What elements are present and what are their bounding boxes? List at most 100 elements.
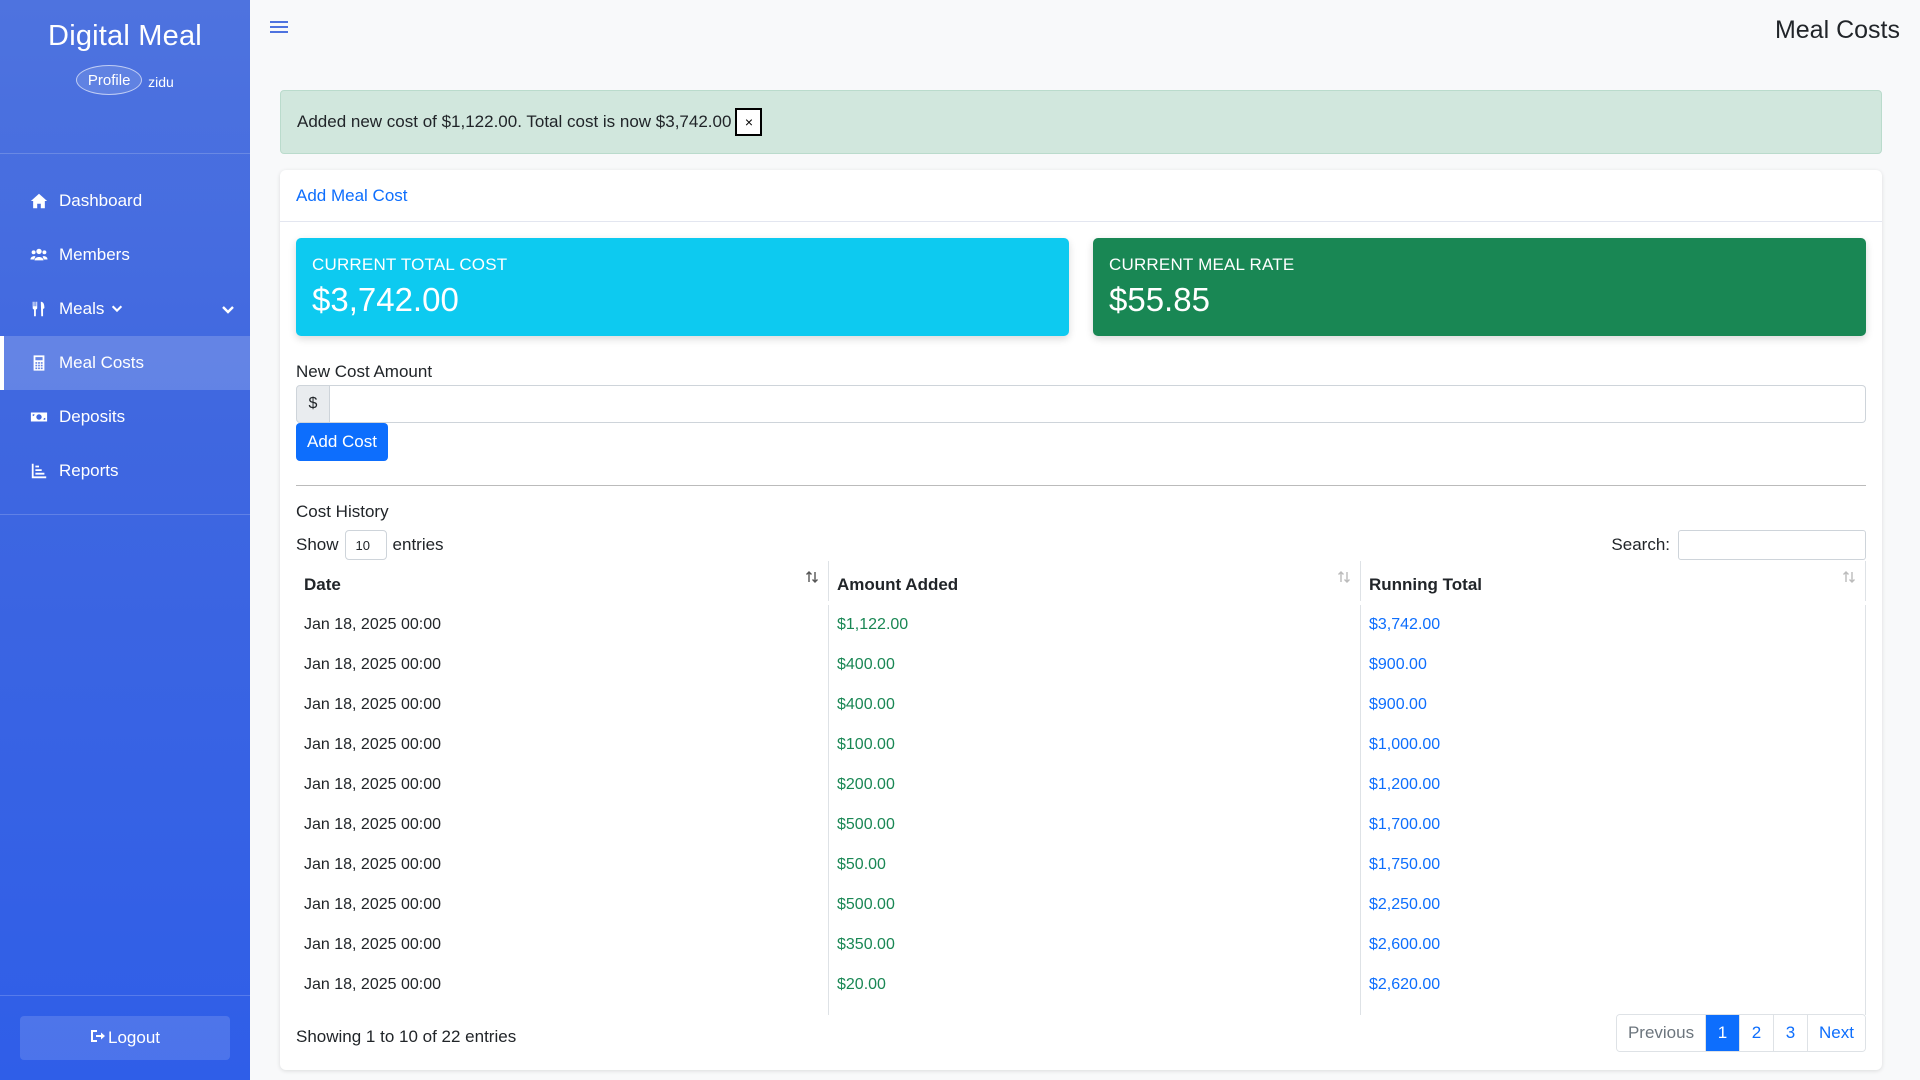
date-cell: Jan 18, 2025 00:00 (304, 856, 442, 873)
date-cell: Jan 18, 2025 00:00 (304, 616, 442, 633)
sidebar-item-label: Meals (59, 299, 105, 318)
sidebar-item-label: Meal Costs (59, 353, 145, 372)
sort-icon (1841, 569, 1857, 585)
cost-history-table: Date Amount Added Running Total Jan 18, … (296, 561, 1866, 1015)
running-total-cell: $1,000.00 (1360, 725, 1866, 765)
pagination-page-2[interactable]: 2 (1739, 1015, 1773, 1051)
sidebar-item-label: Reports (59, 461, 119, 480)
table-row: Jan 18, 2025 00:00 $20.00 $2,620.00 (296, 965, 1866, 1005)
show-label: Show (296, 535, 339, 554)
entries-select[interactable]: 10 (344, 530, 387, 560)
running-total-cell: $2,600.00 (1360, 925, 1866, 965)
date-cell: Jan 18, 2025 00:00 (304, 776, 442, 793)
sidebar-item-dashboard[interactable]: Dashboard (0, 174, 250, 228)
cost-amount-group: $ (296, 385, 1866, 423)
pagination-next[interactable]: Next (1807, 1015, 1865, 1051)
date-cell: Jan 18, 2025 00:00 (304, 656, 442, 673)
menu-toggle-icon[interactable] (270, 18, 288, 36)
chevron-down-icon[interactable] (220, 301, 236, 317)
logout-area: Logout (0, 995, 250, 1080)
pagination-page-3[interactable]: 3 (1773, 1015, 1807, 1051)
column-header-running-total[interactable]: Running Total (1360, 561, 1866, 601)
add-meal-cost-link[interactable]: Add Meal Cost (296, 186, 408, 206)
amount-cell: $100.00 (828, 725, 1360, 765)
card-header: Add Meal Cost (280, 170, 1882, 222)
date-cell: Jan 18, 2025 00:00 (304, 736, 442, 753)
pagination-previous[interactable]: Previous (1617, 1015, 1705, 1051)
running-total-cell: $1,750.00 (1360, 845, 1866, 885)
brand-title[interactable]: Digital Meal (0, 20, 250, 53)
logout-button[interactable]: Logout (20, 1016, 230, 1060)
column-header-amount[interactable]: Amount Added (828, 561, 1360, 601)
username: zidu (148, 74, 174, 90)
search-label: Search: (1611, 535, 1670, 554)
search-input[interactable] (1678, 530, 1866, 560)
sidebar-item-meal-costs[interactable]: Meal Costs (0, 336, 250, 390)
sidebar-item-reports[interactable]: Reports (0, 444, 250, 498)
stat-value: $3,742.00 (312, 281, 459, 318)
sidebar-item-label: Dashboard (59, 191, 143, 210)
running-total-cell: $1,200.00 (1360, 765, 1866, 805)
users-icon (29, 245, 49, 265)
total-cost-stat: CURRENT TOTAL COST $3,742.00 (296, 238, 1069, 336)
alert-message: Added new cost of $1,122.00. Total cost … (297, 112, 732, 131)
add-cost-button[interactable]: Add Cost (296, 423, 388, 461)
cost-history-title: Cost History (296, 502, 389, 521)
table-row: Jan 18, 2025 00:00 $1,122.00 $3,742.00 (296, 605, 1866, 645)
running-total-cell: $900.00 (1360, 685, 1866, 725)
pagination-page-1[interactable]: 1 (1705, 1015, 1739, 1051)
entries-length: Show 10 entries (296, 530, 444, 560)
date-cell: Jan 18, 2025 00:00 (304, 936, 442, 953)
sidebar-item-deposits[interactable]: Deposits (0, 390, 250, 444)
stat-value: $55.85 (1109, 281, 1210, 318)
running-total-cell: $900.00 (1360, 645, 1866, 685)
amount-cell: $20.00 (828, 965, 1360, 1005)
table-row: Jan 18, 2025 00:00 $350.00 $2,600.00 (296, 925, 1866, 965)
date-cell: Jan 18, 2025 00:00 (304, 976, 442, 993)
chevron-down-icon (110, 301, 126, 317)
amount-cell: $200.00 (828, 765, 1360, 805)
table-row: Jan 18, 2025 00:00 $400.00 $900.00 (296, 685, 1866, 725)
table-info: Showing 1 to 10 of 22 entries (296, 1027, 517, 1046)
utensils-icon (29, 299, 49, 319)
column-label: Date (304, 575, 341, 594)
sort-icon (804, 569, 820, 585)
table-row: Jan 18, 2025 00:00 $100.00 $1,000.00 (296, 725, 1866, 765)
stat-label: CURRENT MEAL RATE (1109, 255, 1295, 274)
close-button[interactable]: × (735, 108, 763, 136)
sidebar-item-label: Members (59, 245, 130, 264)
meal-rate-stat: CURRENT MEAL RATE $55.85 (1093, 238, 1866, 336)
column-header-date[interactable]: Date (296, 561, 828, 601)
amount-cell: $350.00 (828, 925, 1360, 965)
table-row: Jan 18, 2025 00:00 $200.00 $1,200.00 (296, 765, 1866, 805)
running-total-cell: $3,742.00 (1360, 605, 1866, 645)
running-total-cell: $2,620.00 (1360, 965, 1866, 1005)
table-header: Date Amount Added Running Total (296, 561, 1866, 605)
sidebar-item-members[interactable]: Members (0, 228, 250, 282)
success-alert: Added new cost of $1,122.00. Total cost … (280, 90, 1882, 154)
sort-icon (1336, 569, 1352, 585)
sidebar-item-meals[interactable]: Meals (0, 282, 250, 336)
sidebar-nav: Dashboard Members Meals Meal Costs Depos… (0, 174, 250, 515)
meal-cost-card: Add Meal Cost CURRENT TOTAL COST $3,742.… (280, 170, 1882, 1070)
date-cell: Jan 18, 2025 00:00 (304, 816, 442, 833)
amount-cell: $50.00 (828, 845, 1360, 885)
date-cell: Jan 18, 2025 00:00 (304, 696, 442, 713)
calculator-icon (29, 353, 49, 373)
money-icon (29, 407, 49, 427)
profile: Profile zidu (0, 65, 250, 95)
page-title: Meal Costs (1774, 16, 1900, 44)
avatar[interactable]: Profile (76, 65, 143, 95)
logout-label: Logout (108, 1028, 160, 1047)
amount-cell: $400.00 (828, 685, 1360, 725)
currency-prefix: $ (296, 385, 330, 423)
chart-icon (29, 461, 49, 481)
amount-cell: $400.00 (828, 645, 1360, 685)
table-body: Jan 18, 2025 00:00 $1,122.00 $3,742.00 Jan … (296, 605, 1866, 1005)
running-total-cell: $1,700.00 (1360, 805, 1866, 845)
running-total-cell: $2,250.00 (1360, 885, 1866, 925)
divider (296, 485, 1866, 486)
date-cell: Jan 18, 2025 00:00 (304, 896, 442, 913)
cost-amount-input[interactable] (330, 385, 1866, 423)
entries-label: entries (392, 535, 444, 554)
